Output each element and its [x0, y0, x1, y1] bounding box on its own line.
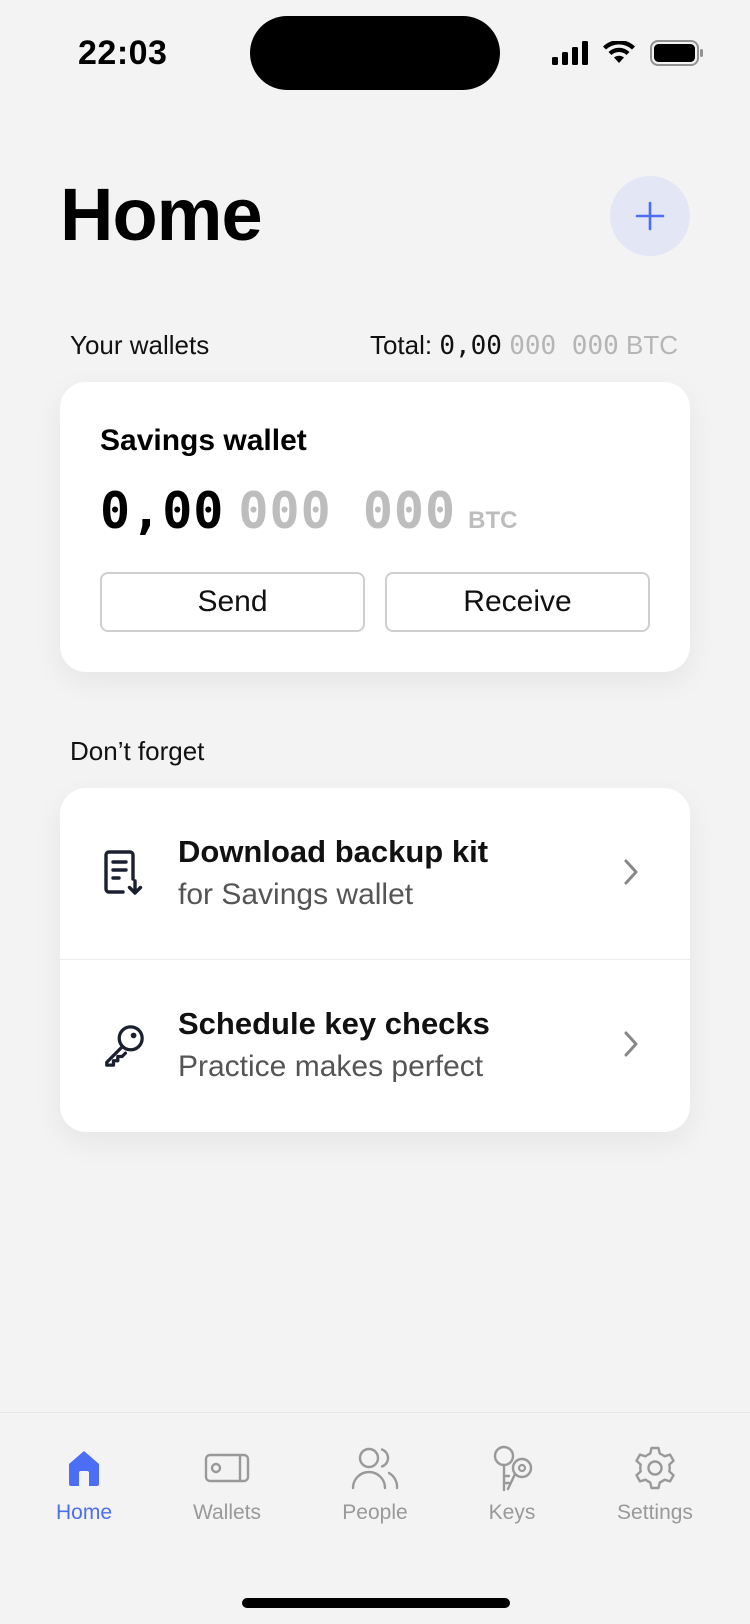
tab-wallets[interactable]: Wallets	[157, 1441, 297, 1525]
receive-button[interactable]: Receive	[385, 572, 650, 632]
send-button[interactable]: Send	[100, 572, 365, 632]
reminders-card: Download backup kit for Savings wallet S…	[60, 788, 690, 1132]
home-screen: 22:03 Home Your wallets Total: 0,00 000 …	[0, 0, 750, 1624]
tab-label: Home	[55, 1501, 113, 1524]
total-unit: BTC	[626, 330, 678, 360]
reminder-text: Download backup kit for Savings wallet	[178, 834, 488, 912]
signal-icon	[552, 41, 588, 65]
total-main: 0,00	[439, 331, 502, 361]
tab-label: Wallets	[192, 1501, 262, 1524]
tab-bar: Home Wallets People Keys Settings	[0, 1412, 750, 1624]
reminders-section-label: Don’t forget	[70, 736, 205, 766]
status-time: 22:03	[78, 34, 168, 72]
balance-main: 0,00	[100, 482, 225, 540]
plus-icon	[635, 201, 665, 231]
balance-rest: 000 000	[238, 482, 457, 540]
total-rest: 000 000	[509, 331, 619, 361]
wifi-icon	[603, 41, 635, 63]
reminder-subtitle: Practice makes perfect	[178, 1050, 484, 1083]
tab-people[interactable]: People	[305, 1441, 445, 1525]
tab-settings[interactable]: Settings	[585, 1441, 725, 1525]
wallets-section-label: Your wallets	[70, 330, 210, 360]
gear-icon	[585, 1441, 725, 1495]
people-icon	[305, 1441, 445, 1495]
add-wallet-button[interactable]	[610, 176, 690, 256]
wallet-card[interactable]: Savings wallet 0,00 000 000 BTC Send Rec…	[60, 382, 690, 672]
key-icon	[102, 1020, 146, 1070]
chevron-right-icon	[624, 859, 638, 885]
tab-label: Settings	[617, 1501, 693, 1524]
reminder-title: Schedule key checks	[178, 1006, 490, 1041]
page-title: Home	[60, 173, 263, 256]
reminder-subtitle: for Savings wallet	[178, 878, 414, 911]
wallet-balance: 0,00 000 000 BTC	[100, 482, 517, 540]
tab-label: People	[342, 1501, 408, 1524]
reminder-text: Schedule key checks Practice makes perfe…	[178, 1006, 490, 1084]
status-icons	[552, 38, 704, 68]
battery-icon	[650, 40, 703, 66]
chevron-right-icon	[624, 1031, 638, 1057]
dynamic-island	[250, 16, 500, 90]
wallet-name: Savings wallet	[100, 424, 307, 457]
tab-home[interactable]: Home	[14, 1441, 154, 1525]
tab-label: Keys	[488, 1501, 536, 1524]
reminder-title: Download backup kit	[178, 834, 489, 869]
balance-unit: BTC	[468, 507, 518, 534]
download-backup-kit-item[interactable]: Download backup kit for Savings wallet	[60, 788, 690, 960]
wallet-icon	[157, 1441, 297, 1495]
backup-document-icon	[102, 848, 146, 898]
home-icon	[14, 1441, 154, 1495]
tab-keys[interactable]: Keys	[442, 1441, 582, 1525]
total-balance: Total: 0,00 000 000 BTC	[370, 330, 678, 361]
total-prefix: Total:	[369, 330, 433, 360]
schedule-key-checks-item[interactable]: Schedule key checks Practice makes perfe…	[60, 960, 690, 1132]
home-indicator	[242, 1598, 510, 1608]
keys-icon	[442, 1441, 582, 1495]
